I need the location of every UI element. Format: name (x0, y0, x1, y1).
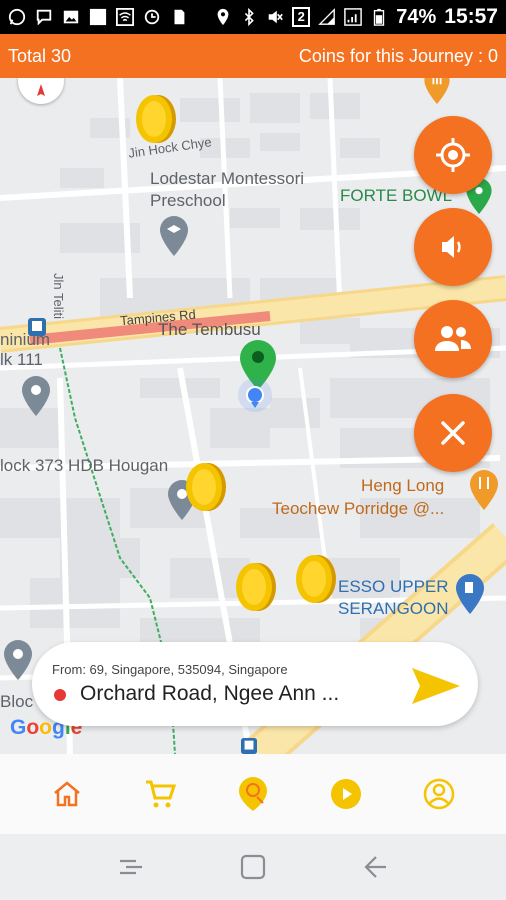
clock: 15:57 (444, 5, 498, 28)
cart-icon (145, 780, 176, 808)
home-icon (53, 781, 80, 807)
nav-home-button[interactable] (37, 764, 97, 824)
close-icon (441, 421, 465, 445)
sound-button[interactable] (414, 208, 492, 286)
nav-account-button[interactable] (409, 764, 469, 824)
locate-me-button[interactable] (414, 116, 492, 194)
back-icon (364, 856, 386, 878)
total-coins: Total 30 (8, 45, 72, 66)
signal-icon (318, 8, 336, 25)
back-system-button[interactable] (355, 847, 395, 887)
coin-icon[interactable] (134, 94, 178, 144)
street-label-jln-teliti: Jln Teliti (51, 273, 66, 320)
whatsapp-icon (8, 8, 26, 26)
destination-dot-icon (54, 689, 66, 701)
group-button[interactable] (414, 300, 492, 378)
poi-label-block-373: lock 373 HDB Hougan (0, 456, 169, 475)
poi-label-the-tembusu: The Tembusu (158, 320, 261, 339)
route-card[interactable]: From: 69, Singapore, 535094, Singapore O… (32, 642, 478, 726)
people-icon (435, 326, 471, 351)
square-icon (89, 8, 107, 26)
nav-play-button[interactable] (316, 764, 376, 824)
chat-icon (36, 9, 52, 26)
crosshair-icon (436, 138, 470, 172)
bluetooth-icon (245, 8, 254, 26)
poi-label-heng-long: Heng Long Teochew Porridge @... (272, 476, 445, 518)
bus-stop-icon[interactable] (28, 318, 46, 336)
restaurant-pin-icon[interactable] (470, 470, 498, 510)
coin-icon[interactable] (234, 562, 278, 612)
sim-icon: 2 (292, 7, 311, 27)
send-navigation-icon[interactable] (410, 666, 462, 706)
account-icon (424, 778, 455, 810)
gas-station-pin-icon[interactable] (456, 574, 484, 614)
journey-header: Total 30 Coins for this Journey : 0 (0, 34, 506, 78)
poi-label-blk111: lk 111 (0, 350, 43, 369)
sync-icon (144, 9, 160, 25)
coin-icon[interactable] (294, 554, 338, 604)
route-destination[interactable]: Orchard Road, Ngee Ann ... (80, 682, 339, 706)
food-pin-icon[interactable] (424, 78, 450, 104)
route-from: From: 69, Singapore, 535094, Singapore (52, 662, 288, 677)
battery-icon (374, 8, 385, 26)
close-journey-button[interactable] (414, 394, 492, 472)
signal-icon (344, 8, 363, 26)
home-system-button[interactable] (233, 847, 273, 887)
recent-apps-button[interactable] (111, 847, 151, 887)
wifi-icon (116, 8, 134, 26)
status-icons-left (8, 8, 188, 26)
home-square-icon (240, 854, 266, 880)
recent-apps-icon (120, 859, 142, 875)
location-icon (217, 8, 229, 26)
nav-map-coins-button[interactable] (223, 764, 283, 824)
place-pin-icon[interactable] (22, 376, 50, 416)
compass-button[interactable] (18, 78, 64, 104)
mute-icon (268, 10, 284, 24)
place-pin-icon[interactable] (4, 640, 32, 680)
status-bar: 2 74% 15:57 (0, 0, 506, 34)
map-coin-icon (238, 777, 267, 811)
journey-coins: Coins for this Journey : 0 (298, 45, 498, 66)
poi-label-lodestar: Lodestar Montessori Preschool (150, 169, 305, 210)
system-navigation (0, 834, 506, 900)
battery-percent: 74% (396, 5, 437, 28)
nav-shop-button[interactable] (130, 764, 190, 824)
bottom-navigation (0, 754, 506, 834)
school-pin-icon[interactable] (160, 216, 188, 256)
bus-stop-icon[interactable] (240, 738, 258, 754)
compass-icon (37, 84, 45, 96)
sdcard-icon (174, 9, 185, 25)
image-icon (63, 10, 79, 24)
poi-label-bloc: Bloc (0, 692, 34, 711)
coin-icon[interactable] (184, 462, 228, 512)
current-location-icon (238, 378, 272, 412)
poi-label-esso: ESSO UPPER SERANGOON (338, 577, 449, 618)
status-icons-right: 2 74% 15:57 (214, 5, 498, 29)
speaker-icon (442, 236, 461, 258)
play-icon (331, 779, 362, 809)
